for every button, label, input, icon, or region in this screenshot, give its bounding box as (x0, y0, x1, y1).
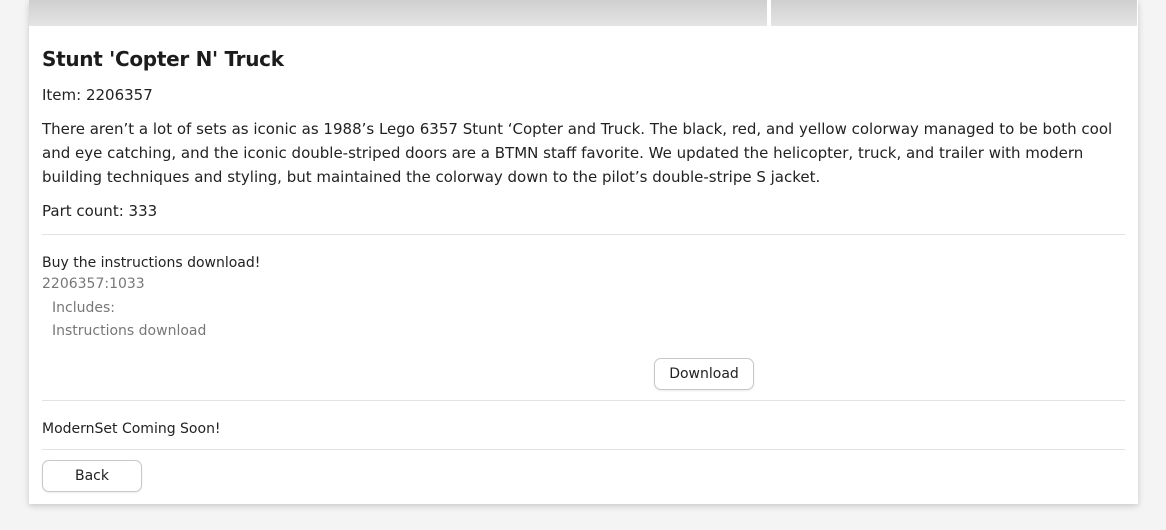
item-number: Item: 2206357 (42, 86, 153, 104)
product-image-main[interactable] (29, 0, 767, 26)
divider (42, 234, 1125, 235)
part-count: Part count: 333 (42, 202, 158, 220)
divider (42, 400, 1125, 401)
product-card: Stunt 'Copter N' Truck Item: 2206357 The… (29, 0, 1138, 504)
includes-label: Includes: (52, 300, 115, 316)
divider (42, 449, 1125, 450)
includes-item: Instructions download (52, 323, 207, 339)
download-button[interactable]: Download (654, 358, 754, 390)
product-description: There aren’t a lot of sets as iconic as … (42, 120, 1113, 186)
modernset-status: ModernSet Coming Soon! (42, 421, 221, 437)
product-image-secondary[interactable] (771, 0, 1137, 26)
product-title: Stunt 'Copter N' Truck (42, 47, 284, 71)
instructions-sku: 2206357:1033 (42, 276, 145, 292)
instructions-buy-label: Buy the instructions download! (42, 255, 261, 271)
back-button[interactable]: Back (42, 460, 142, 492)
